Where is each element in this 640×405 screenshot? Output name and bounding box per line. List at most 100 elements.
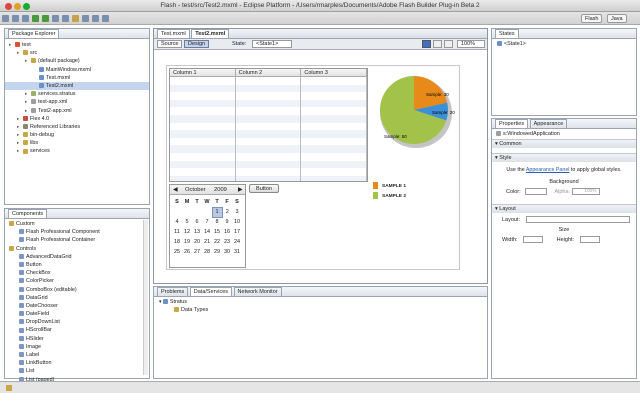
calendar-day[interactable]: 9 (222, 217, 232, 227)
debug-icon[interactable] (42, 15, 49, 22)
calendar-day[interactable]: 30 (222, 247, 232, 257)
component-item[interactable]: ComboBox (editable) (5, 286, 149, 294)
design-mode-button[interactable]: Design (184, 40, 210, 48)
next-month-icon[interactable]: ▶ (238, 185, 242, 195)
component-item[interactable]: List (5, 367, 149, 375)
fast-view-icon[interactable] (6, 385, 12, 391)
calendar-day[interactable]: 23 (222, 237, 232, 247)
calendar-day[interactable]: 31 (232, 247, 242, 257)
calendar-day[interactable]: 29 (212, 247, 222, 257)
datagrid-row[interactable] (170, 99, 367, 108)
package-tree-item[interactable]: ▸ bin-debug (5, 131, 149, 139)
print-icon[interactable] (22, 15, 29, 22)
source-mode-button[interactable]: Source (157, 40, 183, 48)
perspective-flash[interactable]: Flash (581, 14, 603, 23)
profile-icon[interactable] (52, 15, 59, 22)
common-section-header[interactable]: ▾ Common (492, 139, 636, 148)
datagrid[interactable]: Column 1 Column 2 Column 3 (169, 68, 368, 182)
calendar-day[interactable]: 2 (222, 207, 232, 217)
datagrid-row[interactable] (170, 137, 367, 146)
appearance-panel-link[interactable]: Appearance Panel (526, 167, 570, 173)
datagrid-row[interactable] (170, 122, 367, 131)
tree-item-data-types[interactable]: Data Types (154, 306, 487, 314)
calendar-day[interactable]: 10 (232, 217, 242, 227)
select-mode-icon[interactable] (422, 40, 431, 48)
date-chooser[interactable]: ◀ October 2009 ▶ S M T W T F S 1 2 3 4 5 6 7 8 9 10 11 12 1… (169, 184, 246, 268)
problems-tab[interactable]: Problems (157, 287, 189, 296)
package-tree-item[interactable]: MainWindow.mxml (5, 66, 149, 74)
height-field[interactable] (579, 236, 600, 243)
forward-icon[interactable] (102, 15, 109, 22)
component-item[interactable]: Custom (5, 220, 149, 228)
component-item[interactable]: DropDownList (5, 318, 149, 326)
calendar-day[interactable]: 28 (202, 247, 212, 257)
calendar-day[interactable]: 19 (182, 237, 192, 247)
datagrid-column-header[interactable]: Column 1 (170, 69, 236, 76)
component-item[interactable]: Button (5, 261, 149, 269)
datagrid-row[interactable] (170, 160, 367, 169)
layout-section-header[interactable]: ▾ Layout (492, 204, 636, 213)
datagrid-row[interactable] (170, 107, 367, 115)
calendar-day[interactable]: 13 (192, 227, 202, 237)
calendar-day[interactable]: 18 (172, 237, 182, 247)
alpha-field[interactable]: 100% (571, 188, 600, 195)
component-item[interactable]: Label (5, 351, 149, 359)
layout-select[interactable] (525, 216, 630, 223)
datagrid-row[interactable] (170, 175, 367, 181)
calendar-day[interactable]: 3 (232, 207, 242, 217)
calendar-day[interactable]: 17 (232, 227, 242, 237)
datagrid-row[interactable] (170, 77, 367, 85)
datagrid-row[interactable] (170, 152, 367, 161)
package-tree-item[interactable]: Test.mxml (5, 74, 149, 82)
editor-tab-test[interactable]: Test.mxml (157, 29, 190, 38)
calendar-day[interactable]: 7 (202, 217, 212, 227)
datagrid-row[interactable] (170, 130, 367, 138)
calendar-day[interactable]: 15 (212, 227, 222, 237)
package-tree-item[interactable]: Test2.mxml (5, 81, 149, 91)
prev-month-icon[interactable]: ◀ (173, 185, 177, 195)
state-select[interactable]: <State1> (252, 40, 292, 48)
component-item[interactable]: Flash Professional Container (5, 236, 149, 244)
properties-tab[interactable]: Properties (495, 119, 529, 128)
datagrid-row[interactable] (170, 114, 367, 123)
open-type-icon[interactable] (72, 15, 79, 22)
component-item[interactable]: Controls (5, 245, 149, 253)
package-tree-item[interactable]: ▸ Referenced Libraries (5, 123, 149, 131)
package-tree-item[interactable]: ▸ test (5, 41, 149, 49)
datagrid-row[interactable] (170, 84, 367, 93)
components-scrollbar[interactable] (143, 220, 148, 375)
zoom-select[interactable]: 100% (457, 40, 485, 48)
network-monitor-tab[interactable]: Network Monitor (233, 287, 282, 296)
component-item[interactable]: AdvancedDataGrid (5, 253, 149, 261)
component-item[interactable]: ColorPicker (5, 277, 149, 285)
component-item[interactable]: CheckBox (5, 269, 149, 277)
width-field[interactable] (523, 236, 544, 243)
calendar-day[interactable]: 14 (202, 227, 212, 237)
pie-chart[interactable]: Sample: 30 Sample: 50 Sample: 20 (374, 70, 458, 180)
datagrid-column-header[interactable]: Column 3 (301, 69, 367, 76)
component-item[interactable]: DataGrid (5, 294, 149, 302)
pan-mode-icon[interactable] (433, 40, 442, 48)
calendar-day[interactable]: 22 (212, 237, 222, 247)
state-item[interactable]: <State1> (492, 40, 636, 48)
datagrid-row[interactable] (170, 168, 367, 176)
package-explorer-tab[interactable]: Package Explorer (8, 29, 60, 38)
back-icon[interactable] (92, 15, 99, 22)
calendar-day[interactable]: 6 (192, 217, 202, 227)
calendar-day[interactable]: 20 (192, 237, 202, 247)
design-button[interactable]: Button (249, 184, 279, 193)
data-services-tab[interactable]: Data/Services (189, 287, 233, 296)
datagrid-column-header[interactable]: Column 2 (236, 69, 302, 76)
package-tree-item[interactable]: ▸ (default package) (5, 57, 149, 65)
zoom-mode-icon[interactable] (444, 40, 453, 48)
run-icon[interactable] (32, 15, 39, 22)
calendar-day[interactable]: 5 (182, 217, 192, 227)
calendar-day[interactable]: 1 (211, 206, 223, 218)
new-icon[interactable] (2, 15, 9, 22)
package-tree-item[interactable]: ▸ test-app.xml (5, 98, 149, 106)
calendar-day[interactable]: 24 (232, 237, 242, 247)
package-tree-item[interactable]: ▸ Test2-app.xml (5, 107, 149, 115)
calendar-day[interactable]: 16 (222, 227, 232, 237)
calendar-day[interactable]: 26 (182, 247, 192, 257)
calendar-day[interactable]: 11 (172, 227, 182, 237)
